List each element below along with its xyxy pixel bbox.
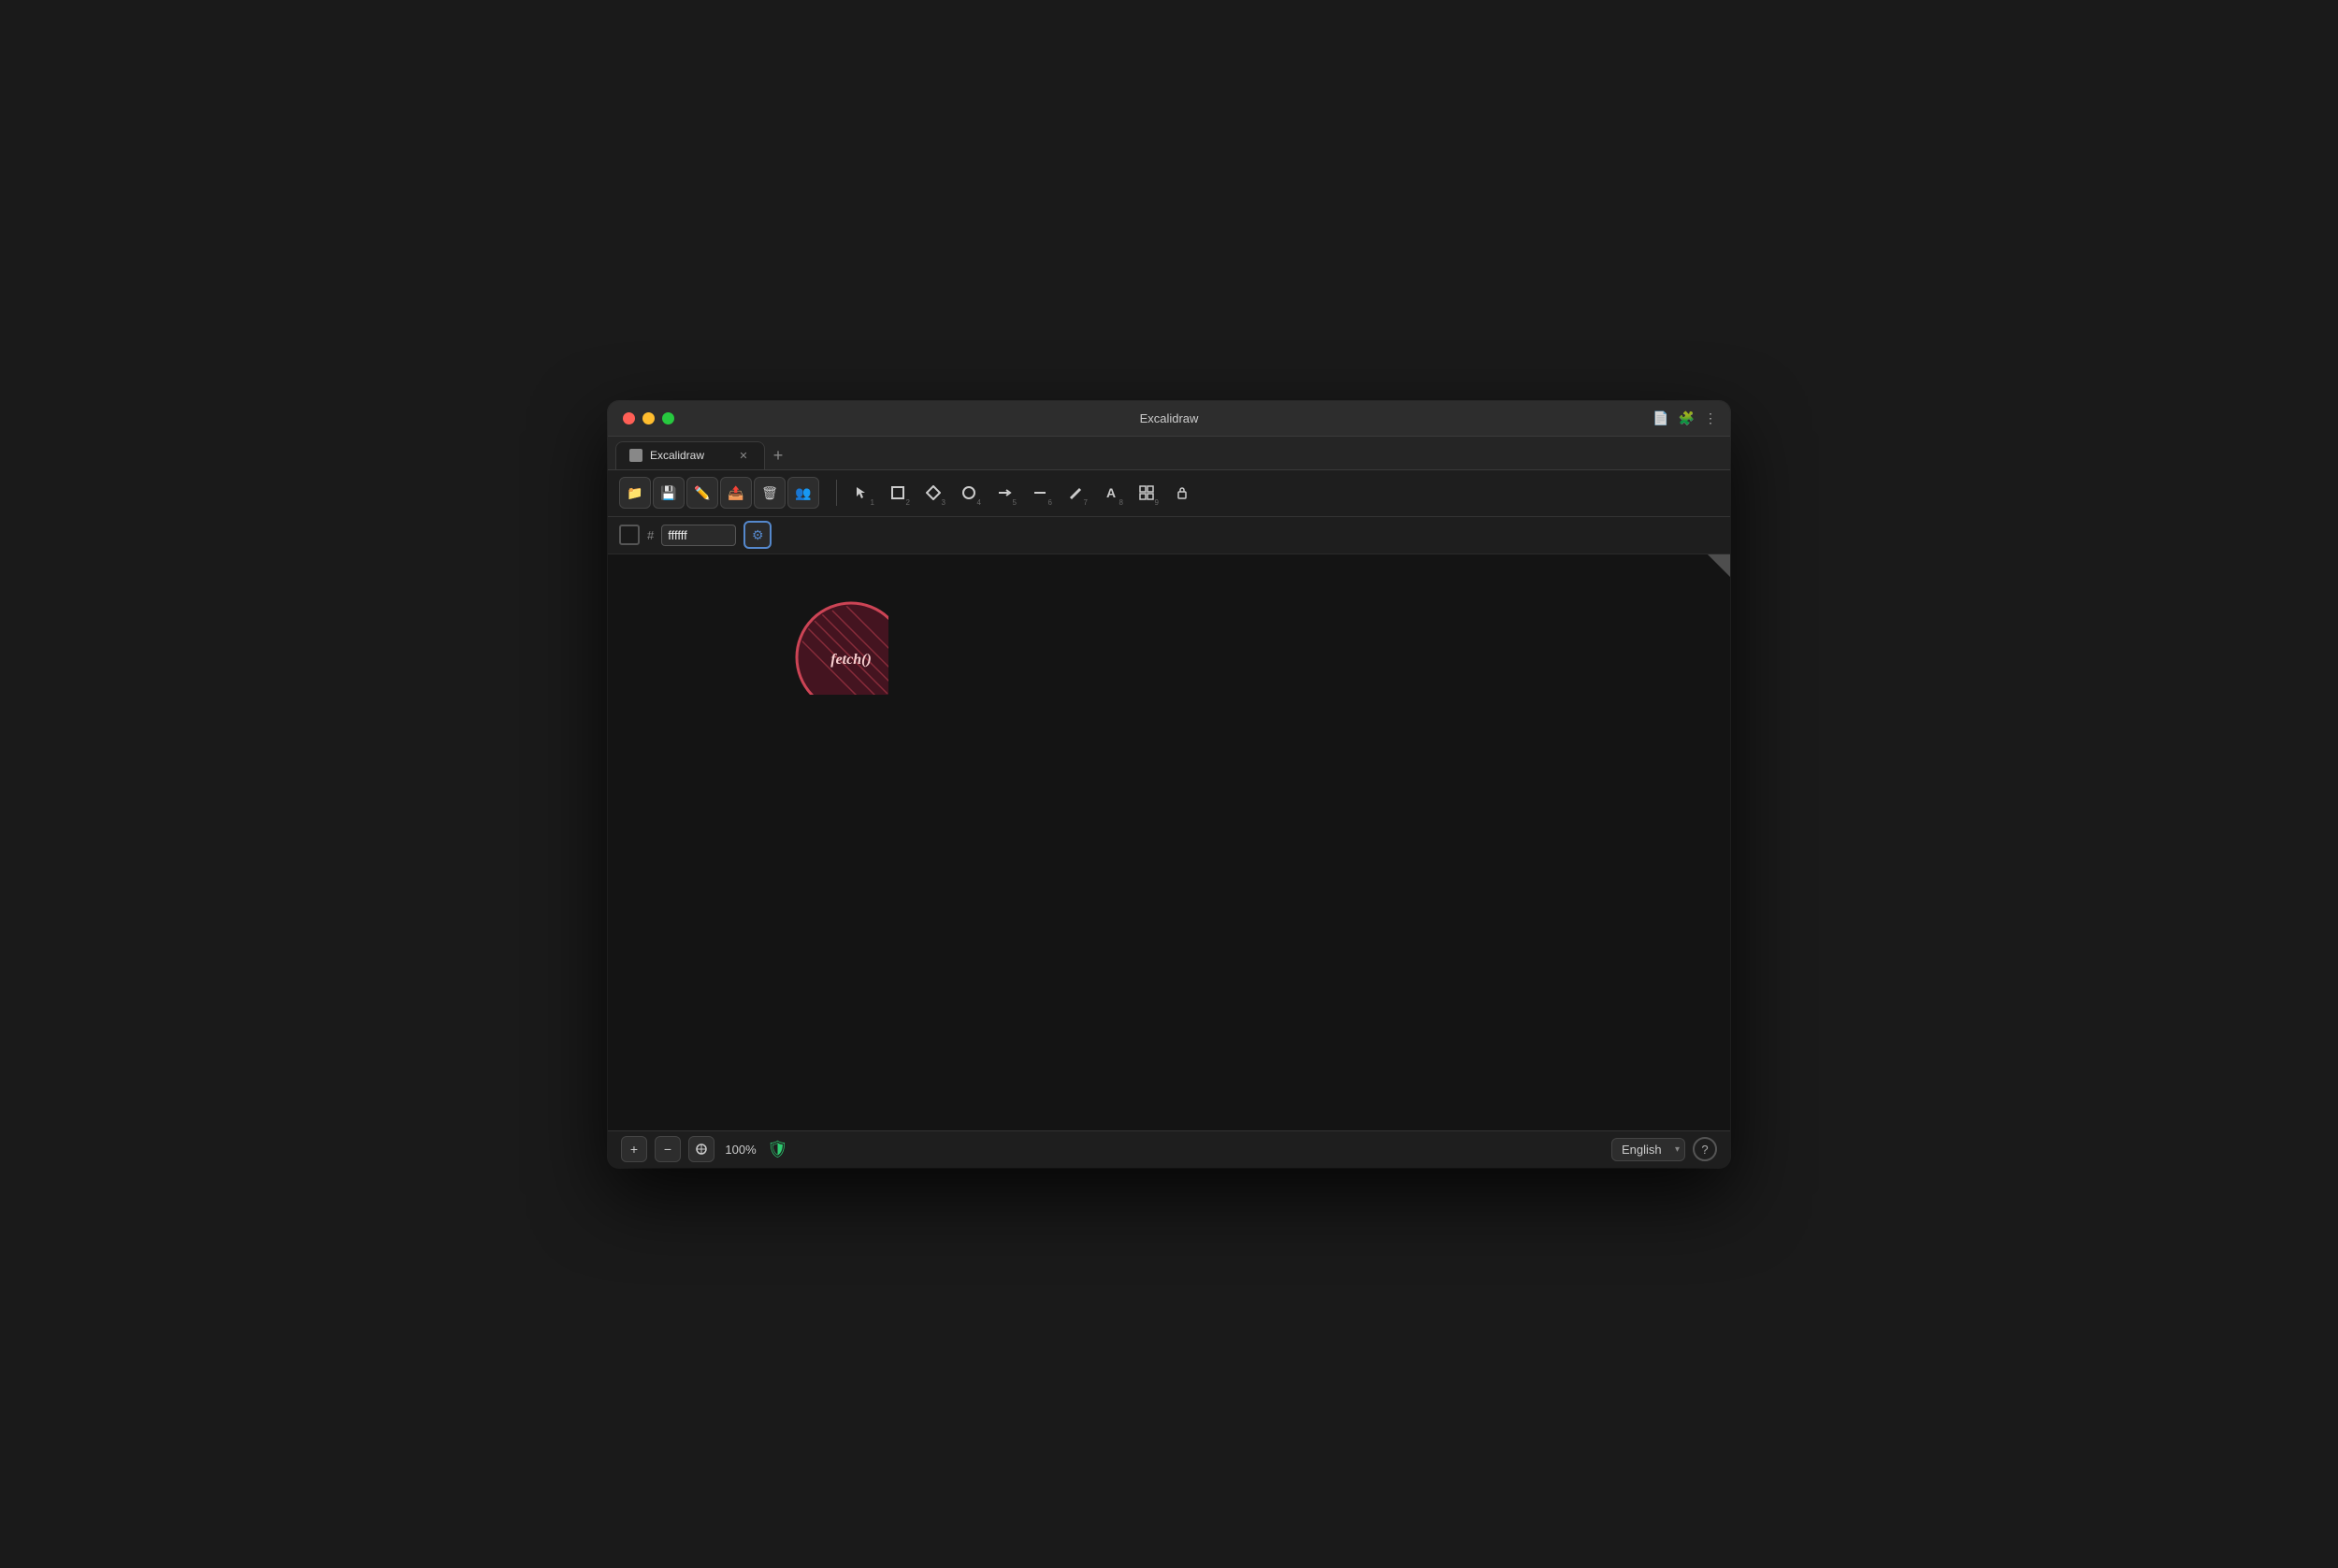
drawing-toolbar: 📁 💾 ✏️ 📤 🗑 👥 1 2 xyxy=(608,470,1730,517)
text-tool-btn[interactable]: A 8 xyxy=(1095,477,1127,509)
diamond-tool-btn[interactable]: 3 xyxy=(917,477,949,509)
canvas-area[interactable]: fetch() lorem-ipsum.txt xyxy=(608,554,1730,1130)
document-icon[interactable]: 📄 xyxy=(1652,410,1668,426)
tab-bar: Excalidraw ✕ + xyxy=(608,437,1730,470)
line-tool-btn[interactable]: 6 xyxy=(1024,477,1056,509)
window-title: Excalidraw xyxy=(1140,411,1199,425)
collab-btn[interactable]: ✏️ xyxy=(686,477,718,509)
new-tab-btn[interactable]: + xyxy=(765,443,791,469)
more-icon[interactable]: ⋮ xyxy=(1704,410,1717,426)
shield-icon: 🛡 xyxy=(767,1140,788,1159)
close-button[interactable] xyxy=(623,412,635,424)
puzzle-icon[interactable]: 🧩 xyxy=(1679,410,1695,426)
active-tab[interactable]: Excalidraw ✕ xyxy=(615,441,765,469)
ellipse-tool-btn[interactable]: 4 xyxy=(953,477,985,509)
pen-tool-btn[interactable]: 7 xyxy=(1060,477,1091,509)
color-swatch-dark[interactable] xyxy=(619,525,640,545)
tab-label: Excalidraw xyxy=(650,449,704,462)
color-hex-input[interactable] xyxy=(661,525,736,546)
arrow-tool-btn[interactable]: 5 xyxy=(989,477,1020,509)
tab-favicon xyxy=(629,449,642,462)
save-btn[interactable]: 💾 xyxy=(653,477,685,509)
diagram-svg: fetch() lorem-ipsum.txt xyxy=(608,554,888,695)
rect-tool-btn[interactable]: 2 xyxy=(882,477,914,509)
drawing-tools-group: 1 2 3 4 xyxy=(846,477,1198,509)
file-tools-group: 📁 💾 ✏️ 📤 🗑 👥 xyxy=(619,477,819,509)
bottom-bar: + − 100% 🛡 English ▾ ? xyxy=(608,1130,1730,1168)
topright-icons: 📄 🧩 ⋮ xyxy=(1639,401,1730,437)
title-bar: Excalidraw 📄 🧩 ⋮ xyxy=(608,401,1730,437)
maximize-button[interactable] xyxy=(662,412,674,424)
toolbar-separator xyxy=(836,480,837,506)
hash-label: # xyxy=(647,528,654,542)
lock-tool-btn[interactable] xyxy=(1166,477,1198,509)
users-btn[interactable]: 👥 xyxy=(787,477,819,509)
zoom-out-btn[interactable]: − xyxy=(655,1136,681,1162)
svg-text:fetch(): fetch() xyxy=(830,652,872,668)
minimize-button[interactable] xyxy=(642,412,655,424)
export-btn[interactable]: 📤 xyxy=(720,477,752,509)
zoom-level: 100% xyxy=(722,1143,759,1157)
mac-window: Excalidraw 📄 🧩 ⋮ Excalidraw ✕ + 📁 💾 ✏️ 📤… xyxy=(608,401,1730,1168)
language-select[interactable]: English xyxy=(1611,1138,1685,1161)
language-dropdown-wrap: English ▾ xyxy=(1611,1138,1685,1161)
zoom-in-btn[interactable]: + xyxy=(621,1136,647,1162)
traffic-lights xyxy=(623,412,674,424)
select-tool-btn[interactable]: 1 xyxy=(846,477,878,509)
color-gear-btn[interactable]: ⚙ xyxy=(743,521,772,549)
delete-btn[interactable]: 🗑 xyxy=(754,477,786,509)
color-row: # ⚙ xyxy=(608,517,1730,554)
tab-close-btn[interactable]: ✕ xyxy=(736,448,751,463)
corner-fold xyxy=(1708,554,1730,577)
zoom-fit-btn[interactable] xyxy=(688,1136,714,1162)
help-btn[interactable]: ? xyxy=(1693,1137,1717,1161)
open-file-btn[interactable]: 📁 xyxy=(619,477,651,509)
image-tool-btn[interactable]: 9 xyxy=(1131,477,1162,509)
